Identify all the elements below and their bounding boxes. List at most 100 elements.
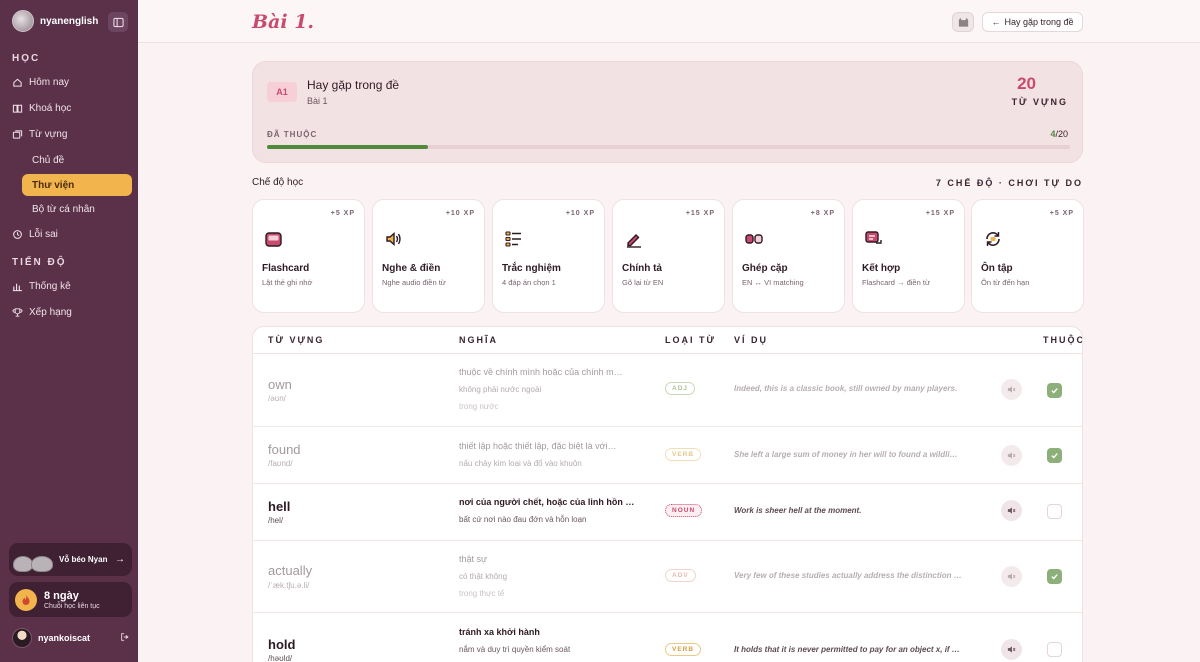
mode-xp: +10 XP	[565, 210, 595, 217]
streak-subtitle: Chuỗi học liên tục	[44, 602, 100, 610]
meaning-primary: thiết lập hoặc thiết lập, đặc biệt là vớ…	[459, 441, 617, 451]
back-button[interactable]: ← Hay gặp trong đề	[982, 12, 1083, 32]
vocabulary-table: TỪ VỰNG NGHĨA LOẠI TỪ VÍ DỤ THUỘC own /ə…	[252, 326, 1083, 662]
mode-xp: +8 XP	[810, 210, 835, 217]
known-checkbox[interactable]	[1047, 642, 1062, 657]
meaning-secondary: bất cứ nơi nào đau đớn và hỗn loạn	[459, 515, 587, 524]
speaker-icon	[1007, 507, 1016, 514]
mode-card-listen-fill[interactable]: +10 XP Nghe & điền Nghe audio điền từ	[372, 199, 485, 313]
play-audio-button[interactable]	[1001, 445, 1022, 466]
speaker-icon	[1007, 573, 1016, 580]
check-icon	[1051, 453, 1058, 459]
user-profile[interactable]: nyankoiscat	[12, 627, 130, 649]
meaning-tertiary: trong thực tế	[459, 589, 505, 598]
pos-badge: NOUN	[665, 504, 703, 517]
back-button-label: Hay gặp trong đề	[1004, 17, 1074, 27]
mode-desc: EN ↔ VI matching	[742, 278, 804, 287]
brand-avatar	[12, 10, 34, 32]
mascot-button[interactable]	[952, 12, 974, 32]
sidebar-item-courses[interactable]: Khoá học	[12, 98, 71, 118]
sidebar-item-label: Khoá học	[29, 102, 72, 114]
mode-desc: Flashcard → điền từ	[862, 278, 930, 287]
meaning-tertiary: trong nước	[459, 402, 499, 411]
mode-name: Ghép cặp	[742, 263, 788, 274]
trophy-icon	[12, 307, 23, 317]
table-row[interactable]: hell /hel/ nơi của người chết, hoặc của …	[253, 484, 1082, 541]
mode-desc: Lật thẻ ghi nhớ	[262, 278, 313, 287]
brand-name: nyanenglish	[40, 15, 99, 27]
known-checkbox[interactable]	[1047, 504, 1062, 519]
word: actually	[268, 563, 313, 578]
mode-name: Kết hợp	[862, 263, 901, 274]
mode-card-dictation[interactable]: +15 XP Chính tả Gõ lại từ EN	[612, 199, 725, 313]
mode-card-matching[interactable]: +8 XP Ghép cặp EN ↔ VI matching	[732, 199, 845, 313]
table-row[interactable]: hold /həʊld/ tránh xa khởi hành nắm và d…	[253, 613, 1082, 662]
mode-name: Nghe & điền	[382, 263, 441, 274]
speaker-icon	[1007, 452, 1016, 459]
sidebar-subitem-library[interactable]: Thư viện	[22, 174, 132, 196]
known-checkbox[interactable]	[1047, 569, 1062, 584]
mode-card-quiz[interactable]: +10 XP Trắc nghiệm 4 đáp án chọn 1	[492, 199, 605, 313]
mode-desc: 4 đáp án chọn 1	[502, 278, 556, 287]
set-subtitle: Bài 1	[307, 96, 328, 106]
collapse-sidebar-button[interactable]	[108, 12, 128, 32]
mode-name: Trắc nghiệm	[502, 263, 561, 274]
modes-meta: 7 CHẾ ĐỘ · CHƠI TỰ DO	[935, 178, 1083, 188]
mode-card-review[interactable]: +5 XP Ôn tập Ôn từ đến hạn	[971, 199, 1084, 313]
sidebar-item-today[interactable]: Hôm nay	[12, 72, 69, 92]
meaning-secondary: có thật không	[459, 572, 508, 581]
feed-nyan-promo[interactable]: Vỗ béo Nyan →	[9, 543, 132, 576]
home-icon	[13, 78, 22, 87]
nav-section-progress: TIẾN ĐỘ	[12, 257, 67, 268]
page-title: Bài 1.	[252, 11, 315, 33]
sidebar-item-ranking[interactable]: Xếp hạng	[12, 302, 72, 322]
sidebar-item-label: Thống kê	[29, 280, 71, 292]
mode-name: Chính tả	[622, 263, 662, 274]
table-header: TỪ VỰNG NGHĨA LOẠI TỪ VÍ DỤ THUỘC	[253, 327, 1082, 354]
combo-icon	[864, 229, 884, 249]
play-audio-button[interactable]	[1001, 639, 1022, 660]
meaning-primary: nơi của người chết, hoặc của linh hồn …	[459, 497, 635, 507]
mode-desc: Ôn từ đến hạn	[981, 278, 1030, 287]
mode-card-combo[interactable]: +15 XP Kết hợp Flashcard → điền từ	[852, 199, 965, 313]
pos-badge: VERB	[665, 448, 702, 461]
meaning-primary: thật sự	[459, 554, 488, 564]
arrow-left-icon: ←	[991, 17, 1001, 27]
book-icon	[12, 104, 23, 113]
table-row[interactable]: found /faʊnd/ thiết lập hoặc thiết lập, …	[253, 427, 1082, 484]
streak-card[interactable]: 8 ngày Chuỗi học liên tục	[9, 582, 132, 617]
arrow-right-icon: →	[115, 554, 125, 565]
table-row[interactable]: own /əʊn/ thuộc về chính mình hoặc của c…	[253, 354, 1082, 427]
checklist-icon	[504, 229, 524, 249]
logout-icon[interactable]	[120, 629, 130, 647]
speaker-icon	[1007, 386, 1016, 393]
sidebar-item-stats[interactable]: Thống kê	[12, 276, 71, 296]
link-icon	[744, 229, 764, 249]
sidebar-item-mistakes[interactable]: Lỗi sai	[12, 224, 58, 244]
play-audio-button[interactable]	[1001, 500, 1022, 521]
sidebar-subitem-personal-sets[interactable]: Bộ từ cá nhân	[22, 198, 132, 220]
pronunciation: /əʊn/	[268, 394, 286, 403]
mode-card-flashcard[interactable]: +5 XP Flashcard Lật thẻ ghi nhớ	[252, 199, 365, 313]
meaning-secondary: không phải nước ngoài	[459, 385, 542, 394]
sidebar-item-label: Lỗi sai	[29, 228, 58, 240]
sidebar-subitem-topics[interactable]: Chủ đề	[22, 149, 132, 171]
mode-desc: Gõ lại từ EN	[622, 278, 664, 287]
example-sentence: Work is sheer hell at the moment.	[734, 506, 862, 515]
example-sentence: Indeed, this is a classic book, still ow…	[734, 384, 958, 393]
pronunciation: /ˈæk.tʃu.ə.li/	[268, 581, 310, 590]
play-audio-button[interactable]	[1001, 379, 1022, 400]
pos-badge: VERB	[665, 643, 702, 656]
word: found	[268, 442, 301, 457]
sidebar-item-vocabulary[interactable]: Từ vựng	[12, 124, 67, 144]
set-summary-card: A1 Hay gặp trong đề Bài 1 20 TỪ VỰNG ĐÃ …	[252, 61, 1083, 163]
column-header-word: TỪ VỰNG	[268, 335, 325, 345]
known-checkbox[interactable]	[1047, 383, 1062, 398]
brand[interactable]: nyanenglish	[12, 10, 98, 32]
play-audio-button[interactable]	[1001, 566, 1022, 587]
table-row[interactable]: actually /ˈæk.tʃu.ə.li/ thật sự có thật …	[253, 541, 1082, 613]
level-badge: A1	[267, 82, 297, 102]
known-checkbox[interactable]	[1047, 448, 1062, 463]
pronunciation: /hel/	[268, 516, 284, 525]
mode-name: Flashcard	[262, 263, 310, 274]
